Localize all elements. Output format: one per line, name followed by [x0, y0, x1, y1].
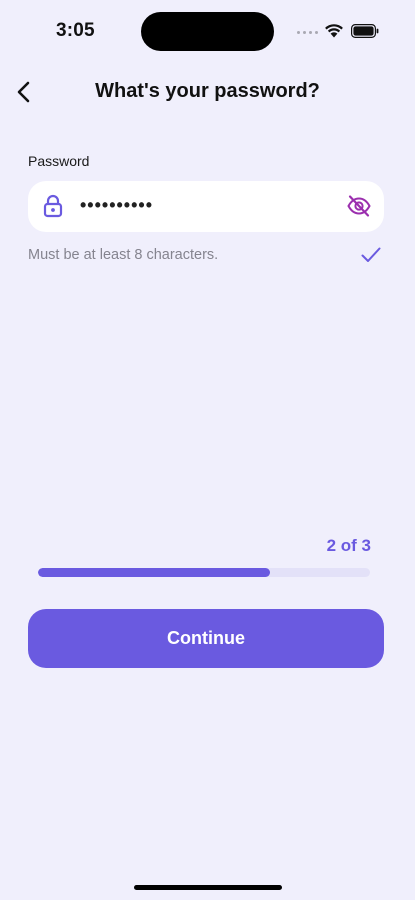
dynamic-island: [141, 12, 274, 51]
password-input[interactable]: ••••••••••: [28, 181, 384, 232]
page-title: What's your password?: [95, 80, 320, 102]
eye-off-icon[interactable]: [346, 193, 372, 219]
cellular-signal-icon: [297, 31, 318, 34]
status-time: 3:05: [56, 20, 95, 41]
progress-fill: [38, 568, 271, 577]
continue-button[interactable]: Continue: [28, 609, 384, 668]
home-indicator: [134, 885, 282, 890]
wifi-icon: [325, 24, 343, 38]
progress-bar: [38, 568, 370, 577]
password-value: ••••••••••: [80, 195, 154, 215]
checkmark-icon: [361, 247, 381, 262]
password-hint: Must be at least 8 characters.: [28, 247, 219, 263]
battery-icon: [351, 24, 379, 38]
progress-label: 2 of 3: [326, 536, 371, 555]
password-label: Password: [28, 153, 90, 169]
status-bar: 3:05: [0, 0, 415, 62]
lock-icon: [43, 194, 63, 218]
